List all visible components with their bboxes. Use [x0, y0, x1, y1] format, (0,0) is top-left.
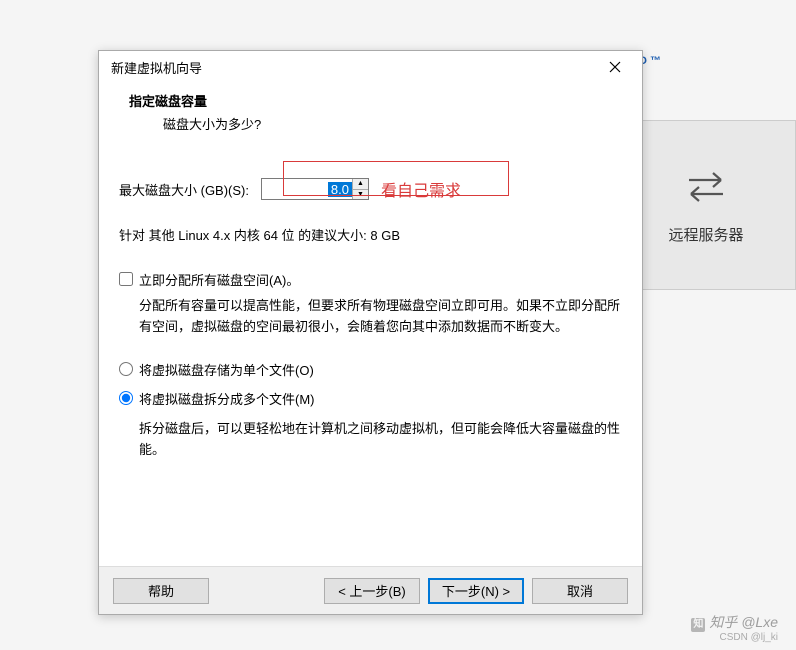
- watermark-sub: CSDN @lj_ki: [691, 632, 778, 644]
- spinner-up-button[interactable]: ▲: [353, 179, 368, 190]
- back-button[interactable]: < 上一步(B): [324, 578, 420, 604]
- wizard-header: 指定磁盘容量 磁盘大小为多少?: [99, 83, 642, 149]
- titlebar: 新建虚拟机向导: [99, 51, 642, 83]
- disk-size-row: 最大磁盘大小 (GB)(S): 8.0 ▲ ▼ 看自己需求: [119, 177, 622, 201]
- transfer-arrows-icon: [681, 166, 731, 209]
- close-icon: [609, 61, 621, 73]
- header-title: 指定磁盘容量: [121, 91, 620, 110]
- wizard-content: 最大磁盘大小 (GB)(S): 8.0 ▲ ▼ 看自己需求 针对 其他 Linu…: [99, 149, 642, 566]
- disk-size-spinner[interactable]: 8.0 ▲ ▼: [261, 178, 369, 200]
- annotation-text: 看自己需求: [381, 177, 461, 201]
- close-button[interactable]: [596, 53, 634, 81]
- disk-size-value[interactable]: 8.0: [328, 182, 352, 197]
- single-file-radio[interactable]: [119, 362, 133, 376]
- wizard-footer: 帮助 < 上一步(B) 下一步(N) > 取消: [99, 566, 642, 614]
- new-vm-wizard-dialog: 新建虚拟机向导 指定磁盘容量 磁盘大小为多少? 最大磁盘大小 (GB)(S): …: [98, 50, 643, 615]
- split-file-label[interactable]: 将虚拟磁盘拆分成多个文件(M): [139, 389, 315, 408]
- allocate-now-checkbox[interactable]: [119, 272, 133, 286]
- watermark: 知知乎 @Lxe CSDN @lj_ki: [691, 614, 778, 644]
- watermark-main: 知乎 @Lxe: [709, 614, 778, 630]
- single-file-label[interactable]: 将虚拟磁盘存储为单个文件(O): [139, 360, 314, 379]
- cancel-button[interactable]: 取消: [532, 578, 628, 604]
- next-button[interactable]: 下一步(N) >: [428, 578, 524, 604]
- split-file-description: 拆分磁盘后，可以更轻松地在计算机之间移动虚拟机，但可能会降低大容量磁盘的性能。: [139, 418, 622, 461]
- help-button[interactable]: 帮助: [113, 578, 209, 604]
- dialog-title: 新建虚拟机向导: [111, 58, 202, 77]
- allocate-now-description: 分配所有容量可以提高性能，但要求所有物理磁盘空间立即可用。如果不立即分配所有空间…: [139, 295, 622, 338]
- split-file-radio[interactable]: [119, 391, 133, 405]
- remote-server-label: 远程服务器: [668, 224, 743, 245]
- spinner-down-button[interactable]: ▼: [353, 190, 368, 200]
- allocate-now-label[interactable]: 立即分配所有磁盘空间(A)。: [139, 270, 299, 289]
- remote-server-card[interactable]: 远程服务器: [616, 120, 796, 290]
- zhihu-icon: 知: [691, 618, 705, 632]
- allocate-now-row: 立即分配所有磁盘空间(A)。: [119, 270, 622, 289]
- disk-file-mode-group: 将虚拟磁盘存储为单个文件(O) 将虚拟磁盘拆分成多个文件(M) 拆分磁盘后，可以…: [119, 360, 622, 461]
- header-subtitle: 磁盘大小为多少?: [121, 114, 620, 133]
- recommended-size-text: 针对 其他 Linux 4.x 内核 64 位 的建议大小: 8 GB: [119, 225, 622, 244]
- disk-size-label: 最大磁盘大小 (GB)(S):: [119, 180, 249, 199]
